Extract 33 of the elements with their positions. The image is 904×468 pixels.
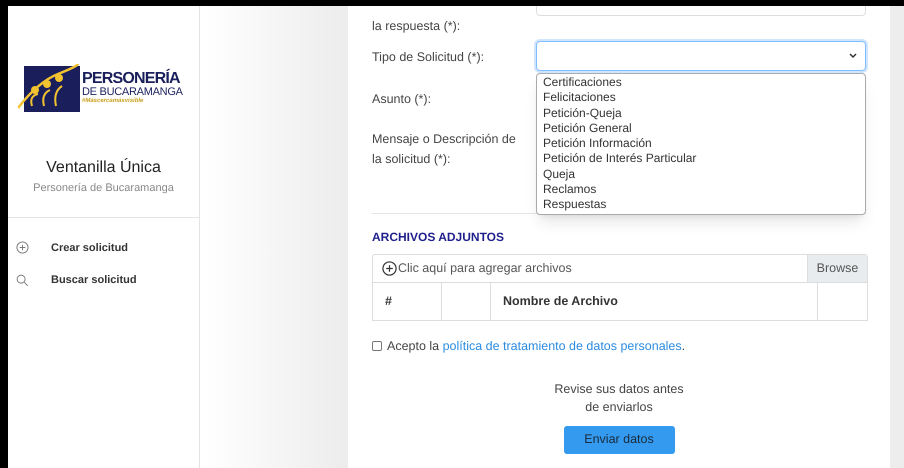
sidebar-item[interactable]: Buscar solicitud [8, 272, 199, 288]
policy-link[interactable]: política de tratamiento de datos personales [442, 339, 682, 353]
logo-title: PERSONERÍA [82, 70, 181, 86]
column-header: Nombre de Archivo [503, 293, 618, 310]
dropdown-option[interactable]: Petición General [537, 120, 865, 136]
dropdown-option[interactable]: Respuestas [537, 197, 865, 213]
input-field[interactable] [536, 6, 866, 16]
field-label: Asunto (*): [372, 91, 432, 108]
search-icon [16, 274, 29, 287]
dropdown-option[interactable]: Felicitaciones [537, 90, 865, 106]
column-header: # [385, 293, 392, 310]
submit-button[interactable]: Enviar datos [564, 426, 674, 454]
checkbox[interactable] [372, 341, 382, 352]
logo-emblem-icon [18, 62, 80, 112]
chevron-down-icon [849, 53, 857, 59]
sidebar-title: Ventanilla Única [45, 157, 162, 178]
dropdown-option[interactable]: Petición Información [537, 136, 865, 152]
plus-icon [16, 241, 29, 254]
sidebar-subtitle: Personería de Bucaramanga [32, 181, 175, 196]
dropdown-option[interactable]: Certificaciones [537, 75, 865, 90]
field-label: Mensaje o Descripción de la solicitud (*): [372, 131, 517, 168]
dropdown-option[interactable]: Queja [537, 166, 865, 182]
select-field[interactable] [536, 41, 866, 71]
field-label: Tipo de Solicitud (*): [372, 49, 486, 66]
sidebar-item[interactable]: Crear solicitud [8, 240, 199, 256]
note-text: Revise sus datos antes de enviarlos [554, 380, 684, 416]
section-heading: ARCHIVOS ADJUNTOS [372, 229, 504, 246]
dropdown-option[interactable]: Petición-Queja [537, 106, 865, 121]
dropdown-option[interactable]: Petición de Interés Particular [537, 151, 865, 167]
consent-text: Acepto la política de tratamiento de datos personales. [387, 338, 686, 355]
field-label: la respuesta (*): [372, 18, 462, 35]
logo-subtitle: DE BUCARAMANGA [82, 86, 183, 98]
dropdown-option[interactable]: Reclamos [537, 182, 865, 198]
